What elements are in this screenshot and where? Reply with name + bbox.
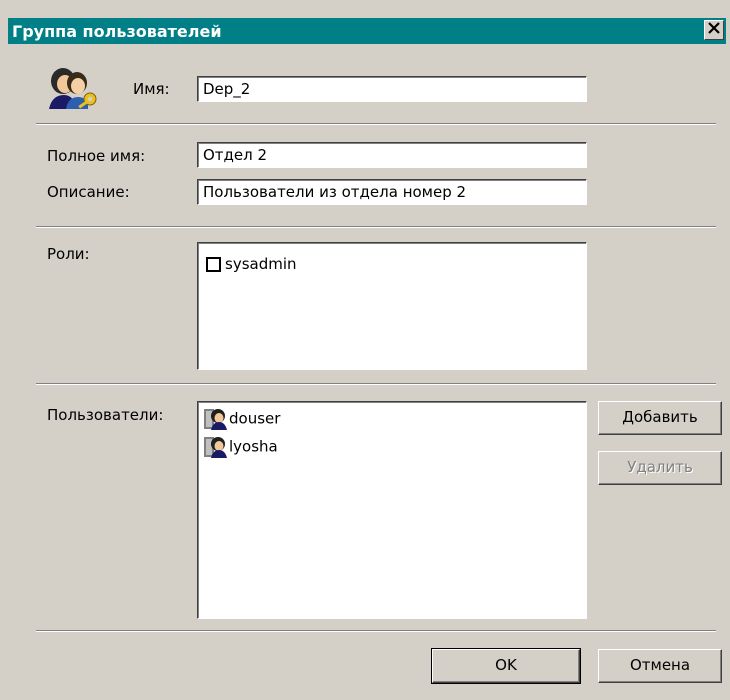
remove-button[interactable]: Удалить (598, 451, 722, 485)
remove-button-label: Удалить (627, 458, 693, 476)
add-button[interactable]: Добавить (598, 401, 722, 435)
dialog-title: Группа пользователей (12, 22, 222, 41)
cancel-button-label: Отмена (629, 656, 691, 674)
description-field[interactable]: Пользователи из отдела номер 2 (197, 179, 587, 205)
name-label: Имя: (133, 80, 170, 98)
separator (36, 123, 716, 125)
description-label: Описание: (47, 183, 130, 201)
user-group-dialog: Группа пользователей Имя: Dep_2 Полное и… (0, 0, 730, 700)
ok-button[interactable]: OK (431, 648, 581, 684)
roles-list[interactable]: sysadmin (197, 242, 587, 370)
separator (36, 226, 716, 228)
close-button[interactable] (704, 20, 724, 40)
user-group-icon (46, 65, 102, 111)
user-icon (204, 436, 228, 458)
user-label: douser (229, 409, 281, 428)
title-bar[interactable]: Группа пользователей (8, 18, 726, 44)
name-field[interactable]: Dep_2 (197, 76, 587, 102)
users-label: Пользователи: (47, 406, 164, 424)
close-icon (707, 22, 721, 39)
cancel-button[interactable]: Отмена (598, 649, 722, 683)
add-button-label: Добавить (622, 408, 698, 426)
ok-button-label: OK (495, 656, 517, 674)
roles-label: Роли: (47, 245, 90, 263)
users-list[interactable]: douser lyosha (197, 401, 587, 619)
fullname-label: Полное имя: (47, 147, 146, 165)
separator (36, 383, 716, 385)
fullname-field[interactable]: Отдел 2 (197, 142, 587, 168)
role-label: sysadmin (225, 255, 297, 273)
user-item[interactable]: douser (204, 408, 280, 430)
user-label: lyosha (229, 437, 278, 456)
separator (36, 630, 716, 632)
user-item[interactable]: lyosha (204, 436, 278, 458)
user-icon (204, 408, 228, 430)
role-checkbox[interactable] (206, 257, 221, 272)
role-item[interactable]: sysadmin (206, 255, 297, 273)
